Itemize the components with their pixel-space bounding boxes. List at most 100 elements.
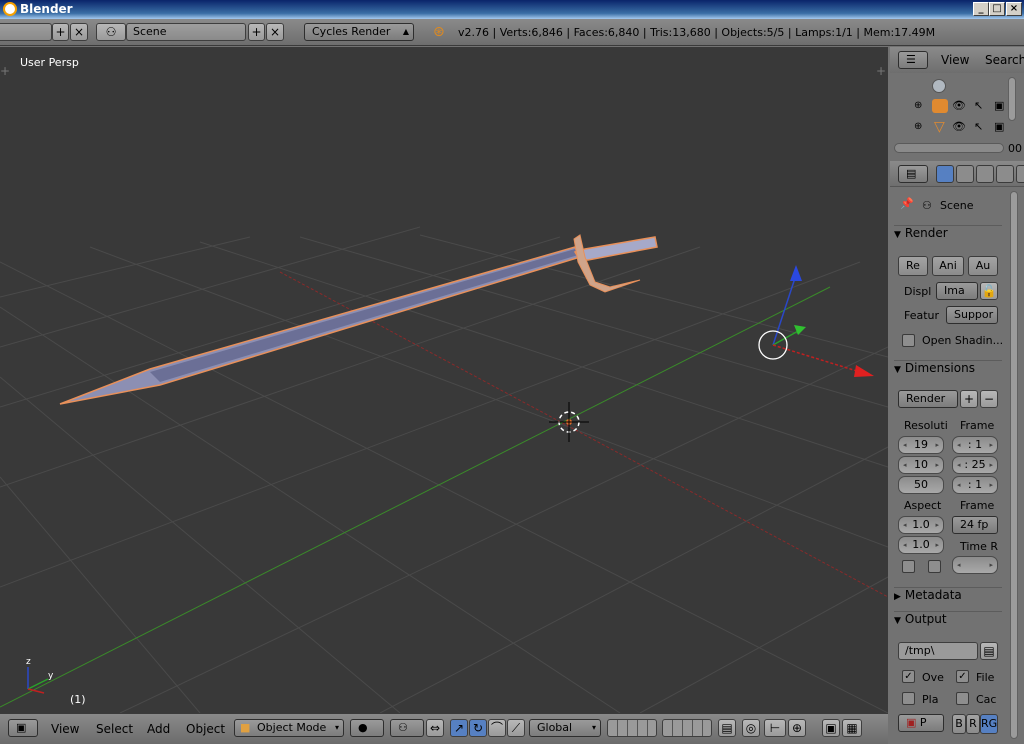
scale-manipulator-icon[interactable]: ⌒ (488, 719, 506, 737)
proportional-edit-icon[interactable]: ◎ (742, 719, 760, 737)
aspect-x-value: 1.0 (912, 518, 930, 531)
render-tab-icon[interactable] (936, 165, 954, 183)
3d-viewport[interactable]: z y + + User Persp (1) (0, 47, 888, 713)
frame-rate-dropdown[interactable]: 24 fp (952, 516, 998, 534)
aspect-y-field[interactable]: ◂ 1.0 ▸ (898, 536, 944, 554)
orientation-dropdown[interactable]: Global ▾ (529, 719, 601, 737)
scene-name-field[interactable]: Scene (126, 23, 246, 41)
add-screen-button[interactable]: + (52, 23, 69, 41)
file-format-dropdown[interactable]: ▣ P (898, 714, 944, 732)
render-camera-icon[interactable]: ▣ (994, 99, 1004, 112)
mode-dropdown[interactable]: ■ Object Mode ▾ (234, 719, 344, 737)
mesh-object-icon[interactable]: ▽ (934, 119, 945, 135)
layer-lock-icon[interactable]: ▤ (718, 719, 736, 737)
output-path-field[interactable]: /tmp\ (898, 642, 978, 660)
render-opengl-icon[interactable]: ▣ (822, 719, 840, 737)
expand-icon[interactable]: ⊕ (914, 100, 922, 111)
render-audio-button[interactable]: Au (968, 256, 998, 276)
resolution-x-field[interactable]: ◂ 19 ▸ (898, 436, 944, 454)
remove-preset-button[interactable]: − (980, 390, 998, 408)
menu-view[interactable]: View (51, 722, 79, 736)
menu-object[interactable]: Object (186, 722, 225, 736)
snap-element-icon[interactable]: ⊢ (764, 719, 786, 737)
window-title: Blender (20, 2, 73, 16)
pin-icon[interactable]: 📌 (900, 197, 914, 210)
transform-gizmo[interactable] (758, 265, 874, 377)
lock-interface-icon[interactable]: 🔓 (980, 282, 998, 300)
properties-scrollbar[interactable] (1010, 191, 1018, 739)
menu-select[interactable]: Select (96, 722, 133, 736)
render-image-button[interactable]: Re (898, 256, 928, 276)
placeholders-checkbox[interactable] (902, 692, 915, 705)
3d-cursor[interactable] (549, 402, 589, 442)
display-dropdown[interactable]: Ima (936, 282, 978, 300)
lamp-object-icon[interactable] (932, 99, 948, 113)
render-camera-icon[interactable]: ▣ (994, 120, 1004, 133)
close-button[interactable]: × (1006, 2, 1022, 16)
sword-object[interactable] (59, 234, 658, 405)
manipulator-extra-icon[interactable]: ⟋ (507, 719, 525, 737)
resolution-percent-field[interactable]: 50 (898, 476, 944, 494)
frame-step-field[interactable]: ◂: 1 ▸ (952, 476, 998, 494)
output-section-header[interactable]: ▼ Output (894, 611, 1002, 632)
time-remap-field[interactable]: ◂ ▸ (952, 556, 998, 574)
render-preset-dropdown[interactable]: Render (898, 390, 958, 408)
feature-set-dropdown[interactable]: Suppor (946, 306, 998, 324)
visibility-eye-icon[interactable]: 👁 (952, 99, 966, 112)
add-preset-button[interactable]: + (960, 390, 978, 408)
rotate-manipulator-icon[interactable]: ↻ (469, 719, 487, 737)
add-scene-button[interactable]: + (248, 23, 265, 41)
viewport-shading-dropdown[interactable]: ● (350, 719, 384, 737)
expand-icon[interactable]: ⊕ (914, 121, 922, 132)
scene-tab-icon[interactable] (976, 165, 994, 183)
editor-type-dropdown[interactable]: ▤ (898, 165, 928, 183)
file-browse-icon[interactable]: ▤ (980, 642, 998, 660)
world-tab-icon[interactable] (996, 165, 1014, 183)
remove-scene-button[interactable]: × (266, 23, 284, 41)
frame-end-field[interactable]: ◂: 25 ▸ (952, 456, 998, 474)
snap-target-icon[interactable]: ⊕ (788, 719, 806, 737)
file-extensions-checkbox[interactable]: ✓ (956, 670, 969, 683)
crop-checkbox[interactable] (928, 560, 941, 573)
border-checkbox[interactable] (902, 560, 915, 573)
cache-result-checkbox[interactable] (956, 692, 969, 705)
render-layers-tab-icon[interactable] (956, 165, 974, 183)
pivot-point-dropdown[interactable]: ⚇ (390, 719, 424, 737)
open-shading-checkbox[interactable] (902, 334, 915, 347)
color-rgba-button[interactable]: RG (980, 714, 998, 734)
color-rgb-button[interactable]: R (966, 714, 980, 734)
render-animation-icon[interactable]: ▦ (842, 719, 862, 737)
translate-manipulator-icon[interactable]: ↗ (450, 719, 468, 737)
overwrite-checkbox[interactable]: ✓ (902, 670, 915, 683)
maximize-button[interactable]: □ (989, 2, 1005, 16)
world-icon (932, 79, 946, 93)
resolution-y-field[interactable]: ◂ 10 ▸ (898, 456, 944, 474)
layers-group-2[interactable] (662, 719, 712, 737)
editor-type-dropdown[interactable]: ▣ (8, 719, 38, 737)
render-engine-dropdown[interactable]: Cycles Render ▲ (304, 23, 414, 41)
object-tab-icon[interactable] (1016, 165, 1024, 183)
manipulator-toggle-icon[interactable]: ⇔ (426, 719, 444, 737)
screen-layout-field[interactable] (0, 23, 52, 41)
output-section-title: Output (904, 612, 947, 626)
editor-type-dropdown[interactable]: ☰ (898, 51, 928, 69)
render-section-header[interactable]: ▼ Render (894, 225, 1002, 246)
dimensions-section-header[interactable]: ▼ Dimensions (894, 360, 1002, 381)
outliner-scrollbar[interactable] (1008, 77, 1016, 121)
select-arrow-icon[interactable]: ↖ (974, 99, 983, 112)
menu-add[interactable]: Add (147, 722, 170, 736)
frame-start-field[interactable]: ◂: 1 ▸ (952, 436, 998, 454)
select-arrow-icon[interactable]: ↖ (974, 120, 983, 133)
metadata-section-header[interactable]: ▶ Metadata (894, 587, 1002, 608)
layers-group-1[interactable] (607, 719, 657, 737)
color-bw-button[interactable]: B (952, 714, 966, 734)
remove-screen-button[interactable]: × (70, 23, 88, 41)
outliner-hscrollbar[interactable] (894, 143, 1004, 153)
visibility-eye-icon[interactable]: 👁 (952, 120, 966, 133)
aspect-x-field[interactable]: ◂ 1.0 ▸ (898, 516, 944, 534)
minimize-button[interactable]: _ (973, 2, 989, 16)
outliner-menu-search[interactable]: Search (985, 53, 1024, 67)
render-animation-button[interactable]: Ani (932, 256, 964, 276)
scene-selector-icon[interactable]: ⚇ (96, 23, 126, 41)
outliner-menu-view[interactable]: View (941, 53, 969, 67)
